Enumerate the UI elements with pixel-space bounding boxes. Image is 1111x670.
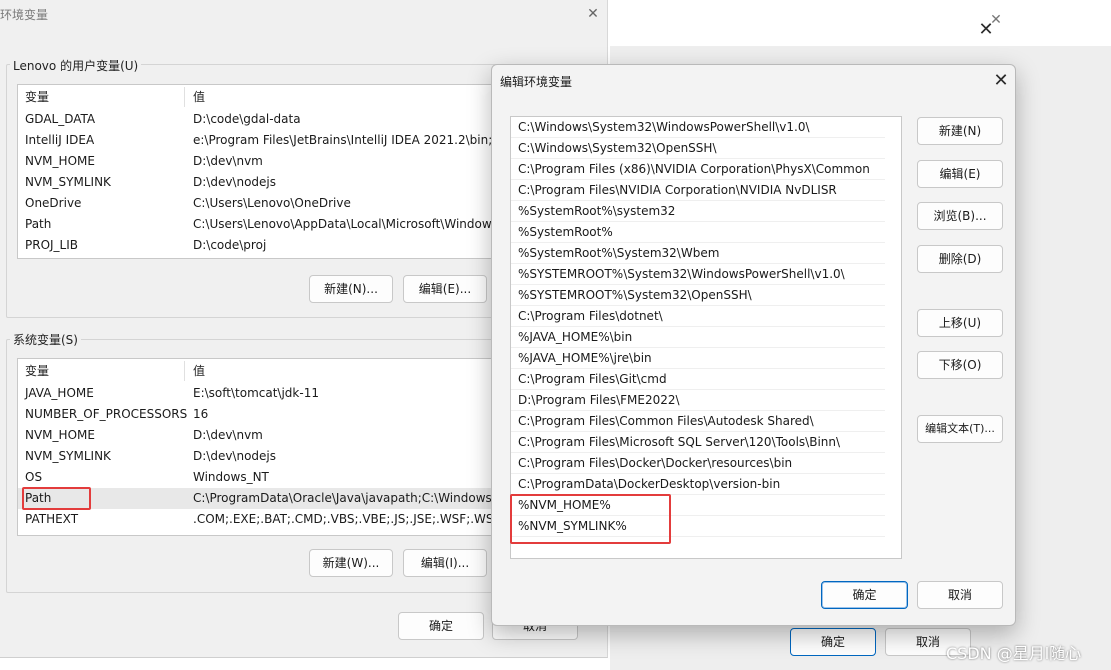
background-window-titlebar [610,0,1111,46]
path-entry[interactable]: %SYSTEMROOT%\System32\OpenSSH\ [511,285,885,306]
edit-env-variable-dialog: 编辑环境变量 ✕ C:\Windows\System32\WindowsPowe… [491,64,1016,626]
cancel-button[interactable]: 取消 [917,581,1003,609]
variable-name: IntelliJ IDEA [25,133,95,147]
path-entry[interactable]: C:\ProgramData\DockerDesktop\version-bin [511,474,885,495]
nvm-entries-highlight-box [510,494,671,544]
path-entry[interactable]: C:\Windows\System32\WindowsPowerShell\v1… [511,117,885,138]
variable-value: D:\dev\nodejs [193,175,277,189]
window-title: 环境变量 [0,8,49,22]
path-entries-list[interactable]: C:\Windows\System32\WindowsPowerShell\v1… [510,116,902,559]
variable-value: 16 [193,407,209,421]
variable-value: C:\ProgramData\Oracle\Java\javapath;C:\W… [193,491,496,505]
path-entry[interactable]: %JAVA_HOME%\bin [511,327,885,348]
edit-text-button[interactable]: 编辑文本(T)... [917,415,1003,443]
user-variables-list[interactable]: 变量 值 GDAL_DATA D:\code\gdal-data IntelliJ… [17,84,497,259]
delete-button[interactable]: 删除(D) [917,245,1003,273]
path-highlight-box [22,487,91,510]
path-entry[interactable]: C:\Windows\System32\OpenSSH\ [511,138,885,159]
path-entry[interactable]: C:\Program Files\NVIDIA Corporation\NVID… [511,180,885,201]
table-row[interactable]: OneDrive C:\Users\Lenovo\OneDrive [18,193,496,214]
ok-button[interactable]: 确定 [821,581,908,609]
user-new-button[interactable]: 新建(N)... [309,275,393,303]
dialog-close-icon[interactable]: ✕ [991,71,1011,91]
user-variables-label: Lenovo 的用户变量(U) [10,57,142,74]
variable-value: D:\dev\nvm [193,154,263,168]
path-entry[interactable]: C:\Program Files\Common Files\Autodesk S… [511,411,885,432]
path-entry[interactable]: C:\Program Files\Microsoft SQL Server\12… [511,432,885,453]
path-entry[interactable]: %SystemRoot%\system32 [511,201,885,222]
variable-value: E:\soft\tomcat\jdk-11 [193,386,319,400]
column-divider[interactable] [184,361,185,381]
variable-name: PROJ_LIB [25,238,79,252]
variable-name: NUMBER_OF_PROCESSORS [25,407,188,421]
variable-name: OS [25,470,43,484]
path-entry[interactable]: %SystemRoot%\System32\Wbem [511,243,885,264]
variable-name: NVM_SYMLINK [25,175,111,189]
table-row[interactable]: NUMBER_OF_PROCESSORS 16 [18,404,496,425]
list-header: 变量 值 [18,85,496,109]
table-row[interactable]: PROJ_LIB D:\code\proj [18,235,496,256]
column-header-variable[interactable]: 变量 [25,359,49,383]
new-button[interactable]: 新建(N) [917,117,1003,145]
path-entry[interactable]: C:\Program Files (x86)\NVIDIA Corporatio… [511,159,885,180]
table-row[interactable]: NVM_SYMLINK D:\dev\nodejs [18,172,496,193]
table-row[interactable]: NVM_HOME D:\dev\nvm [18,151,496,172]
path-entry[interactable]: C:\Program Files\Docker\Docker\resources… [511,453,885,474]
table-row[interactable]: GDAL_DATA D:\code\gdal-data [18,109,496,130]
variable-name: NVM_HOME [25,154,95,168]
variable-value: e:\Program Files\JetBrains\IntelliJ IDEA… [193,133,493,147]
variable-value: D:\dev\nodejs [193,449,277,463]
dialog-title: 编辑环境变量 [500,75,573,89]
path-entry[interactable]: D:\Program Files\FME2022\ [511,390,885,411]
variable-value: D:\code\proj [193,238,267,252]
browse-button[interactable]: 浏览(B)... [917,202,1003,230]
column-divider[interactable] [184,87,185,107]
path-entry[interactable]: %SystemRoot% [511,222,885,243]
path-entry[interactable]: %JAVA_HOME%\jre\bin [511,348,885,369]
table-row[interactable]: JAVA_HOME E:\soft\tomcat\jdk-11 [18,383,496,404]
table-row[interactable]: IntelliJ IDEA e:\Program Files\JetBrains\… [18,130,496,151]
table-row[interactable]: NVM_SYMLINK D:\dev\nodejs [18,446,496,467]
variable-name: JAVA_HOME [25,386,94,400]
table-row[interactable]: OS Windows_NT [18,467,496,488]
user-edit-button[interactable]: 编辑(E)... [403,275,487,303]
edit-button[interactable]: 编辑(E) [917,160,1003,188]
column-header-value[interactable]: 值 [193,359,205,383]
bg-ok-button[interactable]: 确定 [790,628,876,656]
variable-value: D:\dev\nvm [193,428,263,442]
system-edit-button[interactable]: 编辑(I)... [403,549,487,577]
watermark: CSDN @星月l随心 [946,644,1082,663]
path-entry[interactable]: %SYSTEMROOT%\System32\WindowsPowerShell\… [511,264,885,285]
variable-value: .COM;.EXE;.BAT;.CMD;.VBS;.VBE;.JS;.JSE;.… [193,512,496,526]
column-header-value[interactable]: 值 [193,85,205,109]
variable-value: Windows_NT [193,470,269,484]
variable-value: C:\Users\Lenovo\AppData\Local\Microsoft\… [193,217,496,231]
move-up-button[interactable]: 上移(U) [917,309,1003,337]
variable-value: C:\Users\Lenovo\OneDrive [193,196,351,210]
column-header-variable[interactable]: 变量 [25,85,49,109]
variable-name: PATHEXT [25,512,79,526]
path-entry[interactable]: C:\Program Files\Git\cmd [511,369,885,390]
move-down-button[interactable]: 下移(O) [917,351,1003,379]
variable-name: OneDrive [25,196,82,210]
table-row[interactable]: PATHEXT .COM;.EXE;.BAT;.CMD;.VBS;.VBE;.JS… [18,509,496,530]
background-window-close-icon-2[interactable]: ✕ [986,10,1006,30]
variable-name: NVM_HOME [25,428,95,442]
variable-name: NVM_SYMLINK [25,449,111,463]
list-header: 变量 值 [18,359,496,383]
path-entry[interactable]: C:\Program Files\dotnet\ [511,306,885,327]
close-icon[interactable]: ✕ [583,4,603,24]
variable-name: Path [25,217,52,231]
variable-name: GDAL_DATA [25,112,96,126]
system-new-button[interactable]: 新建(W)... [309,549,393,577]
table-row[interactable]: Path C:\Users\Lenovo\AppData\Local\Micros… [18,214,496,235]
variable-value: D:\code\gdal-data [193,112,301,126]
table-row[interactable]: NVM_HOME D:\dev\nvm [18,425,496,446]
system-variables-label: 系统变量(S) [10,331,81,348]
ok-button[interactable]: 确定 [398,612,484,640]
